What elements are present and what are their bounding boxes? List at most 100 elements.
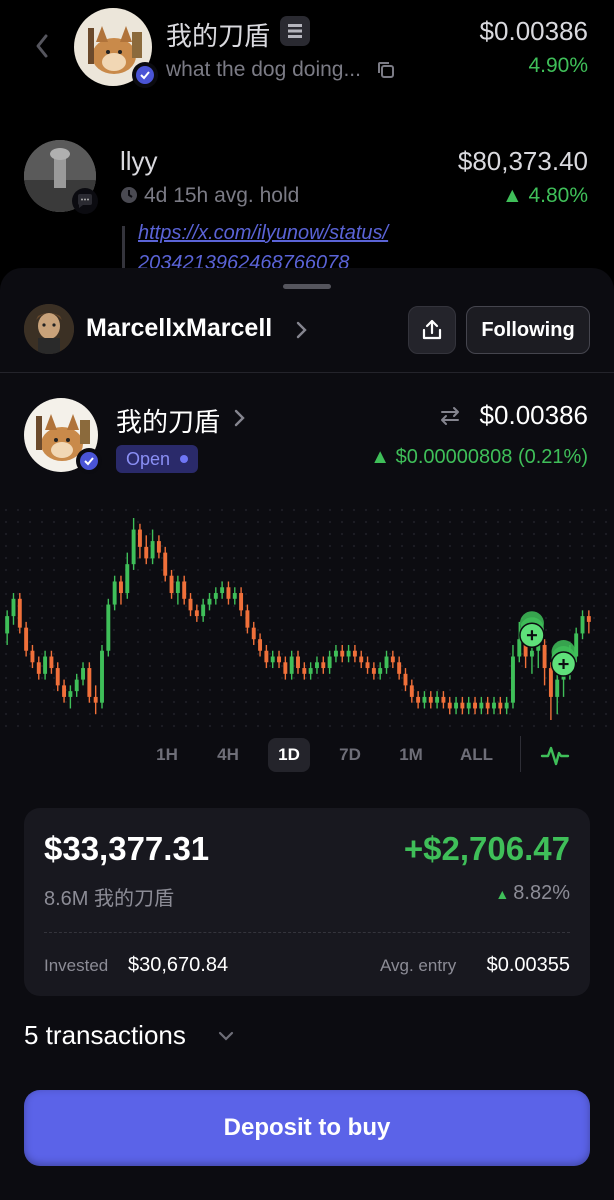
candle-body [55,668,60,686]
candle-body [302,668,307,674]
candle-body [447,702,452,709]
buy-marker-icon[interactable] [550,640,577,677]
candle-body [106,604,111,651]
candle-body [49,656,54,669]
range-1h[interactable]: 1H [146,738,188,772]
user-avatar[interactable] [24,304,74,354]
candle-body [321,662,326,669]
candle-body [529,650,534,657]
username[interactable]: MarcellxMarcell [86,314,272,343]
clock-icon [121,187,137,203]
feed-item-price: $80,373.40 [457,146,588,176]
copy-icon[interactable] [376,60,396,80]
candle-body [371,668,376,674]
status-label: Open [126,448,171,469]
candle-body [17,598,22,628]
candle-body [283,662,288,674]
candle-body [441,696,446,703]
candle-body [422,696,427,703]
candle-body [74,679,79,692]
candle-body [466,702,471,709]
candle-body [112,581,117,605]
candle-body [397,662,402,674]
candle-body [296,656,300,669]
candle-body [352,650,357,657]
candle-body [150,541,155,559]
verified-icon [76,448,102,474]
invested-value: $30,670.84 [128,954,229,976]
feed-item-title: llyy [120,146,158,176]
feed-item-change: 4.90% [528,54,588,77]
candle-body [580,616,585,634]
candle-body [390,656,395,663]
invested-label: Invested [44,956,109,975]
candle-body [264,650,269,663]
candle-body [504,702,509,709]
candle-body [100,650,104,703]
candle-body [119,581,123,594]
candle-body [542,644,547,669]
price-chart[interactable] [0,504,614,734]
candle-body [220,587,225,594]
solana-icon [280,16,310,46]
buy-marker-icon[interactable] [519,611,545,648]
share-icon [422,319,442,340]
feed-item-subtitle: 4d 15h avg. hold [144,184,300,207]
deposit-to-buy-button[interactable]: Deposit to buy [24,1090,590,1166]
candle-body [245,610,250,628]
candle-body [346,650,351,657]
quote-bar [122,226,125,270]
candle-body [435,696,440,703]
tweet-link[interactable]: https://x.com/ilyunow/status/ [138,222,388,245]
range-1m[interactable]: 1M [390,738,432,772]
candle-body [188,598,193,611]
range-all[interactable]: ALL [454,738,499,772]
range-separator [520,736,521,772]
candle-body [232,593,237,599]
candle-body [62,685,67,697]
candle-body [251,627,256,640]
candle-body [5,616,10,634]
token-name[interactable]: 我的刀盾 [116,402,220,439]
candle-body [428,696,433,703]
range-7d[interactable]: 7D [329,738,371,772]
chat-bubble-icon [72,188,98,214]
chevron-right-icon [296,321,307,339]
candle-body [156,541,161,553]
candle-body [93,696,98,703]
verified-icon [132,62,158,88]
swap-icon[interactable] [438,404,462,428]
token-header: 我的刀盾 Open $0.00386 ▲ $0.00000808 (0.21%) [0,398,614,478]
candle-body [327,656,332,669]
candle-body [175,581,180,594]
candle-body [207,598,212,605]
candle-body [277,656,281,663]
candle-body [258,639,263,651]
candle-body [586,616,591,622]
candle-body [169,575,174,594]
range-4h[interactable]: 4H [207,738,249,772]
background-feed: 我的刀盾 what the dog doing... $0.00386 4.90… [0,0,614,300]
candle-body [308,668,313,674]
divider [0,372,614,373]
status-dot [180,455,189,463]
candle-body [270,656,275,663]
candle-body [137,529,142,547]
feed-item-user[interactable]: llyy 4d 15h avg. hold $80,373.40 ▲ 4.80%… [0,130,614,274]
range-selector: 1H 4H 1D 7D 1M ALL [0,734,614,778]
candle-body [416,696,421,703]
range-1d[interactable]: 1D [268,738,310,772]
candle-body [409,685,414,697]
candle-body [131,529,136,565]
candle-body [555,679,560,697]
candle-body [81,668,85,680]
candle-body [24,627,29,651]
sheet-grabber[interactable] [283,284,331,289]
feed-item-token[interactable]: 我的刀盾 what the dog doing... $0.00386 4.90… [0,0,614,110]
following-button[interactable]: Following [466,306,590,354]
transactions-toggle[interactable]: 5 transactions [24,1020,234,1060]
token-price: $0.00386 [479,400,588,430]
pulse-icon[interactable] [540,740,570,770]
transactions-label: 5 transactions [24,1020,186,1050]
share-button[interactable] [408,306,456,354]
